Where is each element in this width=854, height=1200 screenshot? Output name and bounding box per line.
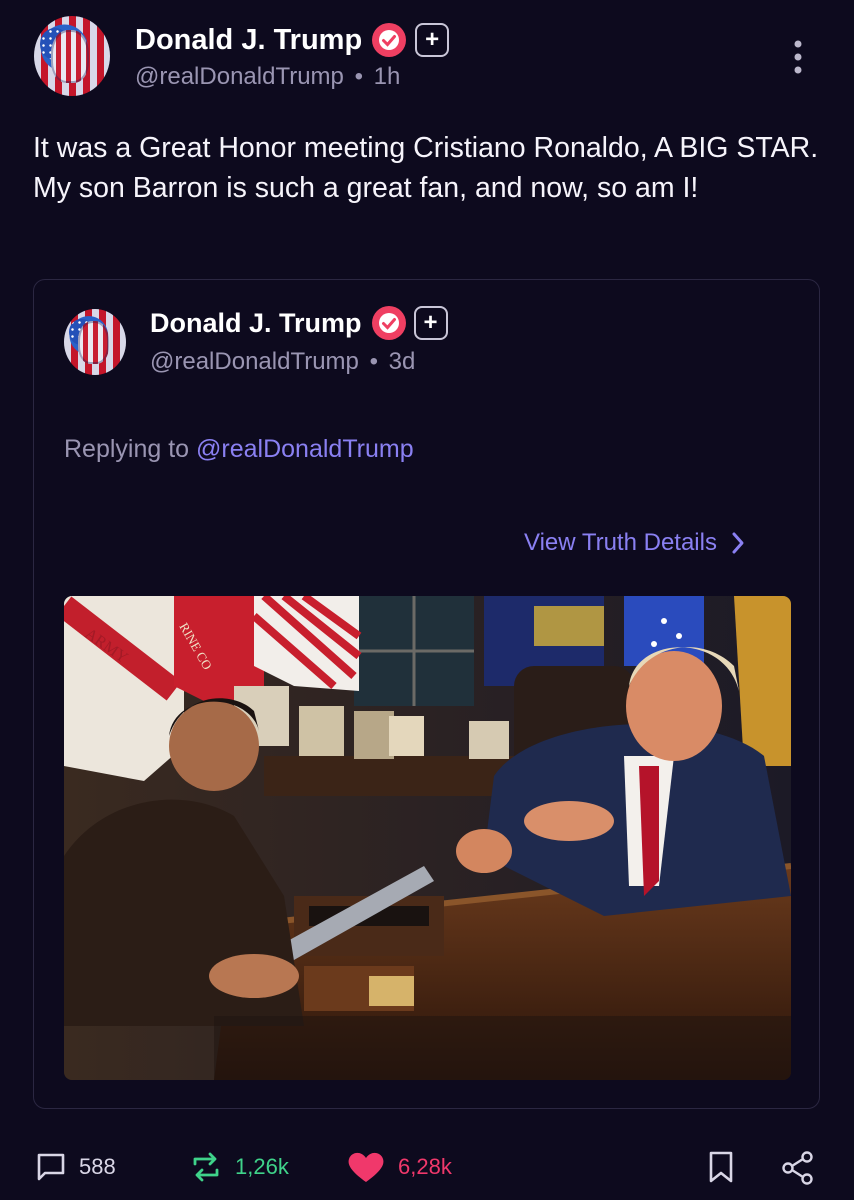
plus-icon[interactable]: +: [413, 306, 448, 340]
retruth-icon: [189, 1150, 223, 1184]
avatar-face: [77, 320, 109, 365]
author-handle[interactable]: @realDonaldTrump: [135, 63, 344, 90]
avatar-face: [50, 30, 89, 84]
post-body: It was a Great Honor meeting Cristiano R…: [33, 132, 819, 204]
post-image[interactable]: ARMY RINE CO: [64, 596, 791, 1080]
comment-icon: [35, 1151, 67, 1183]
author-avatar[interactable]: [34, 16, 110, 96]
retruth-count: 1,26k: [235, 1154, 289, 1179]
quoted-author-handle[interactable]: @realDonaldTrump: [150, 348, 359, 375]
meta-separator: •: [369, 348, 378, 375]
replying-handle-link[interactable]: @realDonaldTrump: [196, 435, 414, 463]
plus-icon[interactable]: +: [415, 23, 450, 57]
meta-separator: •: [354, 63, 363, 90]
reply-count: 588: [79, 1154, 116, 1179]
like-button[interactable]: 6,28k: [346, 1150, 452, 1184]
author-name[interactable]: Donald J. Trump: [135, 24, 362, 57]
verified-icon: [372, 23, 407, 57]
quoted-author-avatar[interactable]: [64, 309, 126, 375]
replying-prefix: Replying to: [64, 435, 190, 463]
like-count: 6,28k: [398, 1154, 452, 1179]
reply-button[interactable]: 588: [35, 1151, 116, 1183]
heart-icon: [346, 1150, 386, 1184]
bookmark-icon[interactable]: [707, 1150, 735, 1184]
retruth-button[interactable]: 1,26k: [189, 1150, 289, 1184]
view-truth-details-link[interactable]: View Truth Details: [524, 529, 745, 557]
view-details-label: View Truth Details: [524, 529, 717, 556]
post-time[interactable]: 1h: [374, 63, 401, 90]
more-vertical-icon[interactable]: [790, 40, 806, 76]
verified-icon: [371, 306, 406, 340]
oval-office-illustration: ARMY RINE CO: [64, 596, 791, 1080]
quoted-author-name[interactable]: Donald J. Trump: [150, 308, 362, 339]
share-icon[interactable]: [780, 1150, 816, 1186]
chevron-right-icon: [731, 531, 745, 555]
quoted-post-time[interactable]: 3d: [389, 348, 416, 375]
